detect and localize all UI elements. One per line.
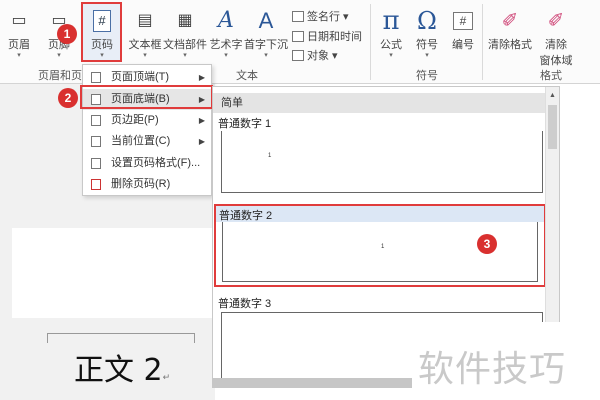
gallery-item-plain-number-2[interactable]: 普通数字 2 1 3 <box>214 204 546 287</box>
equation-button[interactable]: π 公式 ▾ <box>373 6 409 66</box>
quick-parts-button[interactable]: ▦ 文档部件 ▾ <box>163 6 207 66</box>
chevron-down-icon: ▾ <box>100 52 104 59</box>
menu-item-remove-page-numbers[interactable]: 删除页码(R) <box>83 174 211 195</box>
menu-item-label: 设置页码格式(F)... <box>111 157 201 169</box>
menu-item-current-position[interactable]: 当前位置(C) ▶ <box>83 131 211 152</box>
document-body-text[interactable]: 正文 2↵ <box>74 345 170 389</box>
textbox-button[interactable]: ▤ 文本框 ▾ <box>125 6 165 66</box>
chevron-down-icon: ▾ <box>143 52 147 59</box>
object-label: 对象 <box>307 50 329 62</box>
signature-line-button[interactable]: 签名行 ▾ <box>292 8 349 24</box>
document-page <box>12 228 217 318</box>
scrollbar-thumb[interactable] <box>548 105 557 149</box>
scroll-up-icon[interactable]: ▲ <box>549 92 556 99</box>
page-number-marker: 1 <box>381 244 385 250</box>
form-field-label: 窗体域 <box>539 55 573 67</box>
chevron-down-icon: ▾ <box>17 52 21 59</box>
clear-form-field-button[interactable]: ✐ 清除 窗体域 <box>536 6 576 67</box>
equation-label: 公式 <box>380 39 402 51</box>
chevron-right-icon: ▶ <box>198 116 205 125</box>
header-boundary-line <box>47 333 195 343</box>
numbering-button[interactable]: # 编号 <box>446 6 480 66</box>
header-icon: ▭ <box>11 12 27 29</box>
chevron-down-icon: ▾ <box>264 52 268 59</box>
group-label-format: 格式 <box>540 70 562 82</box>
quick-parts-label: 文档部件 <box>163 39 207 51</box>
wordart-icon: A <box>218 8 234 33</box>
watermark-area: 软件技巧 <box>412 322 600 400</box>
header-button-label: 页眉 <box>8 39 30 51</box>
menu-item-label: 页边距(P) <box>111 114 159 126</box>
gallery-item-title: 普通数字 3 <box>218 298 272 310</box>
datetime-button[interactable]: 日期和时间 <box>292 28 362 44</box>
symbol-button[interactable]: Ω 符号 ▾ <box>409 6 445 66</box>
window-edge <box>212 378 412 388</box>
chevron-down-icon: ▾ <box>224 52 228 59</box>
current-position-icon <box>91 136 101 147</box>
page-number-label: 页码 <box>91 39 113 51</box>
step-badge-3: 3 <box>477 234 497 254</box>
signature-icon <box>292 11 304 22</box>
group-divider <box>370 4 371 80</box>
numbering-label: 编号 <box>452 39 474 51</box>
chevron-down-icon: ▾ <box>183 52 187 59</box>
group-label-symbols: 符号 <box>416 70 438 82</box>
datetime-label: 日期和时间 <box>307 31 362 43</box>
body-text: 正文 2 <box>74 353 163 388</box>
page-number-marker: 1 <box>268 153 272 159</box>
object-button[interactable]: 对象 ▾ <box>292 47 338 63</box>
wordart-label: 艺术字 <box>209 39 243 51</box>
menu-item-label: 页面顶端(T) <box>111 71 170 83</box>
calendar-icon <box>292 31 304 42</box>
page-number-menu: 页面顶端(T) ▶ 页面底端(B) ▶ 页边距(P) ▶ 当前位置(C) ▶ 设… <box>82 64 212 196</box>
quick-parts-icon: ▦ <box>177 12 193 29</box>
group-divider <box>482 4 483 80</box>
chevron-right-icon: ▶ <box>198 137 205 146</box>
watermark-text: 软件技巧 <box>418 349 567 390</box>
signature-label: 签名行 <box>307 11 340 23</box>
wordart-button[interactable]: A 艺术字 ▾ <box>208 6 244 66</box>
drop-cap-label: 首字下沉 <box>244 39 288 51</box>
remove-page-number-icon <box>91 179 101 190</box>
clear-format-icon: ✐ <box>501 10 519 32</box>
textbox-icon: ▤ <box>137 12 153 29</box>
chevron-down-icon: ▾ <box>389 52 393 59</box>
clear-label: 清除 <box>545 39 567 51</box>
number-icon: # <box>446 6 480 36</box>
chevron-down-icon: ▾ <box>57 52 61 59</box>
page-margin-icon <box>91 115 101 126</box>
equation-icon: π <box>382 6 400 36</box>
page-top-icon <box>91 72 101 83</box>
chevron-down-icon: ▾ <box>425 52 429 59</box>
object-icon <box>292 50 304 61</box>
eraser-icon: ✐ <box>547 10 565 32</box>
menu-item-page-margins[interactable]: 页边距(P) ▶ <box>83 110 211 131</box>
step-badge-2: 2 <box>58 88 78 108</box>
drop-cap-icon: A <box>258 8 274 33</box>
gallery-item-plain-number-1[interactable]: 1 <box>221 131 543 193</box>
gallery-item-title: 普通数字 1 <box>218 118 272 130</box>
gallery-section-header: 简单 <box>213 93 546 113</box>
page-number-icon: # <box>82 6 122 36</box>
clear-format-button[interactable]: ✐ 清除格式 <box>486 6 534 66</box>
symbol-icon: Ω <box>417 7 437 35</box>
menu-item-label: 当前位置(C) <box>111 135 171 147</box>
drop-cap-button[interactable]: A 首字下沉 ▾ <box>244 6 288 66</box>
menu-item-label: 删除页码(R) <box>111 178 171 190</box>
group-label-header-footer: 页眉和页 <box>38 70 82 82</box>
paragraph-mark: ↵ <box>162 373 171 383</box>
menu-item-highlight-box <box>80 85 213 109</box>
group-label-text: 文本 <box>236 70 258 82</box>
textbox-label: 文本框 <box>128 39 162 51</box>
menu-item-format-page-numbers[interactable]: 设置页码格式(F)... <box>83 153 211 174</box>
step-badge-1: 1 <box>57 24 77 44</box>
page-number-button[interactable]: # 页码 ▾ <box>82 6 122 66</box>
gallery-item-title: 普通数字 2 <box>219 210 273 222</box>
symbol-label: 符号 <box>416 39 438 51</box>
header-button[interactable]: ▭ 页眉 ▾ <box>0 6 38 66</box>
format-page-number-icon <box>91 158 101 169</box>
clear-format-label: 清除格式 <box>488 39 532 51</box>
